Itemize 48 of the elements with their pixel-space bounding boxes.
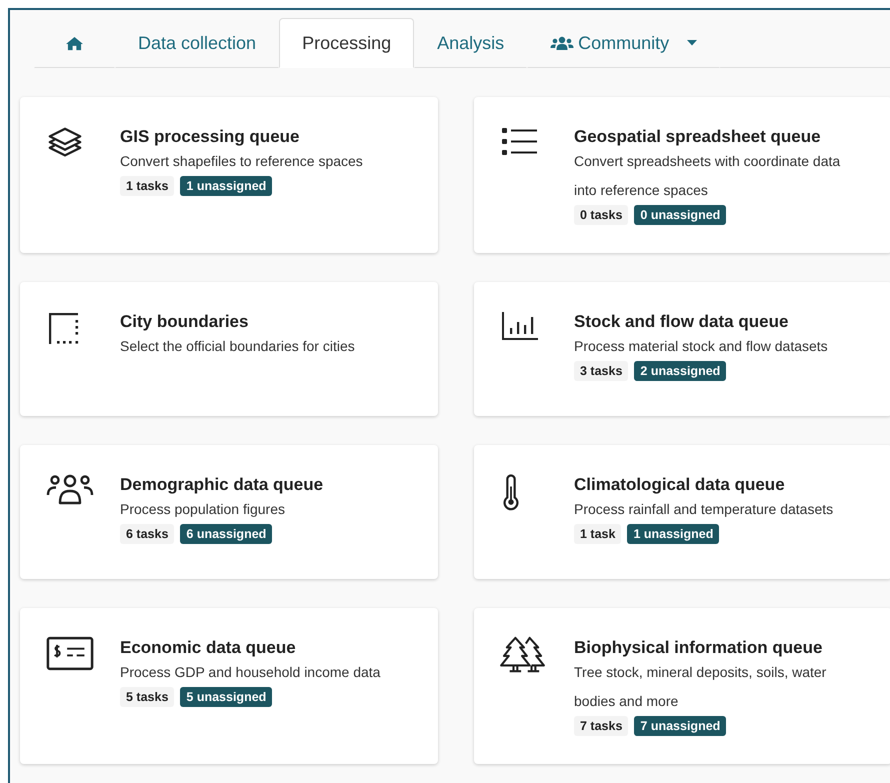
queue-card[interactable]: City boundaries Select the official boundaries for cities — [20, 282, 438, 416]
tasks-count-badge: 7 tasks — [574, 716, 628, 736]
tab[interactable]: Community — [527, 18, 720, 68]
tasks-count-badge: 3 tasks — [574, 361, 628, 381]
tab[interactable]: Analysis — [414, 18, 528, 68]
home-icon — [65, 36, 84, 50]
card-description: Process rainfall and temperature datasets — [574, 500, 834, 519]
card-description: Convert spreadsheets with coordinate data into reference spaces — [574, 152, 842, 200]
card-title: Economic data queue — [120, 638, 297, 658]
card-title: Biophysical information queue — [574, 638, 824, 658]
queue-card[interactable]: Demographic data queue Process population figures 6 tasks 6 unassigned — [20, 445, 438, 579]
unassigned-count-badge: 1 unassigned — [180, 176, 272, 196]
tasks-count-badge: 1 tasks — [120, 176, 174, 196]
users-icon — [550, 36, 574, 50]
caret-icon — [687, 40, 698, 46]
unassigned-count-badge: 0 unassigned — [634, 205, 726, 225]
queue-card[interactable]: GIS processing queue Convert shapefiles to reference spaces 1 tasks 1 unassigned — [20, 97, 438, 253]
trees-icon — [500, 636, 546, 674]
queue-card[interactable]: Climatological data queue Process rainfall and temperature datasets 1 task 1 unassigned — [474, 445, 890, 579]
money-bill-icon — [46, 636, 94, 671]
card-title: Demographic data queue — [120, 475, 324, 495]
queue-card[interactable]: Geospatial spreadsheet queue Convert spreadsheets with coordinate data into reference spaces 0 tasks 0 unassigned — [474, 97, 890, 253]
queue-card[interactable]: Biophysical information queue Tree stock, mineral deposits, soils, water bodies and more 7 tasks 7 unassigned — [474, 608, 890, 764]
unassigned-count-badge: 1 unassigned — [627, 524, 720, 544]
card-title: Geospatial spreadsheet queue — [574, 127, 822, 147]
card-description: Select the official boundaries for cities — [120, 337, 356, 356]
tasks-count-badge: 6 tasks — [120, 524, 174, 544]
tasks-count-badge: 1 task — [574, 524, 622, 544]
tasks-count-badge: 5 tasks — [120, 687, 174, 707]
unassigned-count-badge: 5 unassigned — [180, 687, 272, 707]
bar-chart-icon — [500, 310, 540, 342]
people-icon — [46, 473, 94, 507]
card-description: Convert shapefiles to reference spaces — [120, 152, 364, 171]
card-title: GIS processing queue — [120, 127, 300, 147]
card-title: City boundaries — [120, 312, 250, 332]
card-title: Stock and flow data queue — [574, 312, 790, 332]
unassigned-count-badge: 6 unassigned — [180, 524, 272, 544]
card-description: Process population figures — [120, 500, 286, 519]
card-description: Tree stock, mineral deposits, soils, water bodies and more — [574, 663, 828, 711]
unassigned-count-badge: 7 unassigned — [634, 716, 726, 736]
queue-card[interactable]: Economic data queue Process GDP and household income data 5 tasks 5 unassigned — [20, 608, 438, 764]
tab[interactable]: Processing — [279, 18, 414, 68]
tasks-count-badge: 0 tasks — [574, 205, 628, 225]
unassigned-count-badge: 2 unassigned — [634, 361, 726, 381]
card-title: Climatological data queue — [574, 475, 786, 495]
card-description: Process GDP and household income data — [120, 663, 382, 682]
queue-card[interactable]: Stock and flow data queue Process material stock and flow datasets 3 tasks 2 unassigned — [474, 282, 890, 416]
card-description: Process material stock and flow datasets — [574, 337, 829, 356]
